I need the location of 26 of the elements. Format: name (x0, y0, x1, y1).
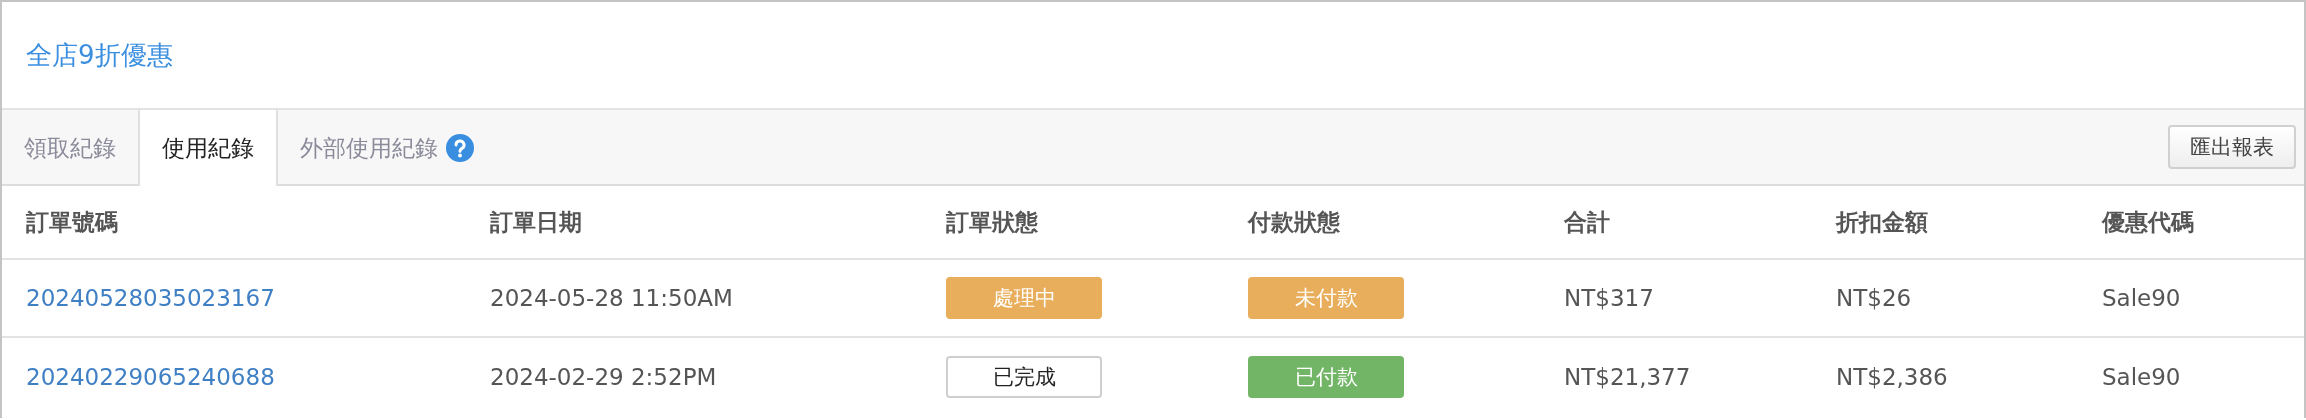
page-title: 全店9折優惠 (26, 38, 173, 72)
table-cell: 2024-05-28 11:50AM (490, 285, 733, 311)
column-header: 訂單日期 (466, 186, 922, 260)
column-header: 訂單狀態 (922, 186, 1224, 260)
table-cell: NT$317 (1564, 285, 1654, 311)
table-cell: NT$26 (1836, 285, 1912, 311)
tab[interactable]: 外部使用紀錄 (278, 110, 496, 186)
status-label: 處理中 (946, 277, 1102, 319)
tab[interactable]: 使用紀錄 (140, 110, 278, 186)
table-cell: Sale90 (2102, 364, 2181, 390)
order-link[interactable]: 20240229065240688 (26, 364, 275, 390)
column-header: 付款狀態 (1224, 186, 1540, 260)
table-cell: NT$2,386 (1836, 364, 1948, 390)
status-label: 已完成 (946, 356, 1102, 398)
help-icon[interactable] (446, 134, 474, 162)
status-label: 已付款 (1248, 356, 1404, 398)
column-header: 訂單號碼 (2, 186, 466, 260)
column-header: 合計 (1540, 186, 1812, 260)
table-cell: Sale90 (2102, 285, 2181, 311)
status-label: 未付款 (1248, 277, 1404, 319)
table-cell: 2024-02-29 2:52PM (490, 364, 717, 390)
table-cell: NT$21,377 (1564, 364, 1691, 390)
export-button[interactable]: 匯出報表 (2168, 125, 2296, 169)
column-header: 折扣金額 (1812, 186, 2078, 260)
column-header: 優惠代碼 (2078, 186, 2304, 260)
order-link[interactable]: 20240528035023167 (26, 285, 275, 311)
